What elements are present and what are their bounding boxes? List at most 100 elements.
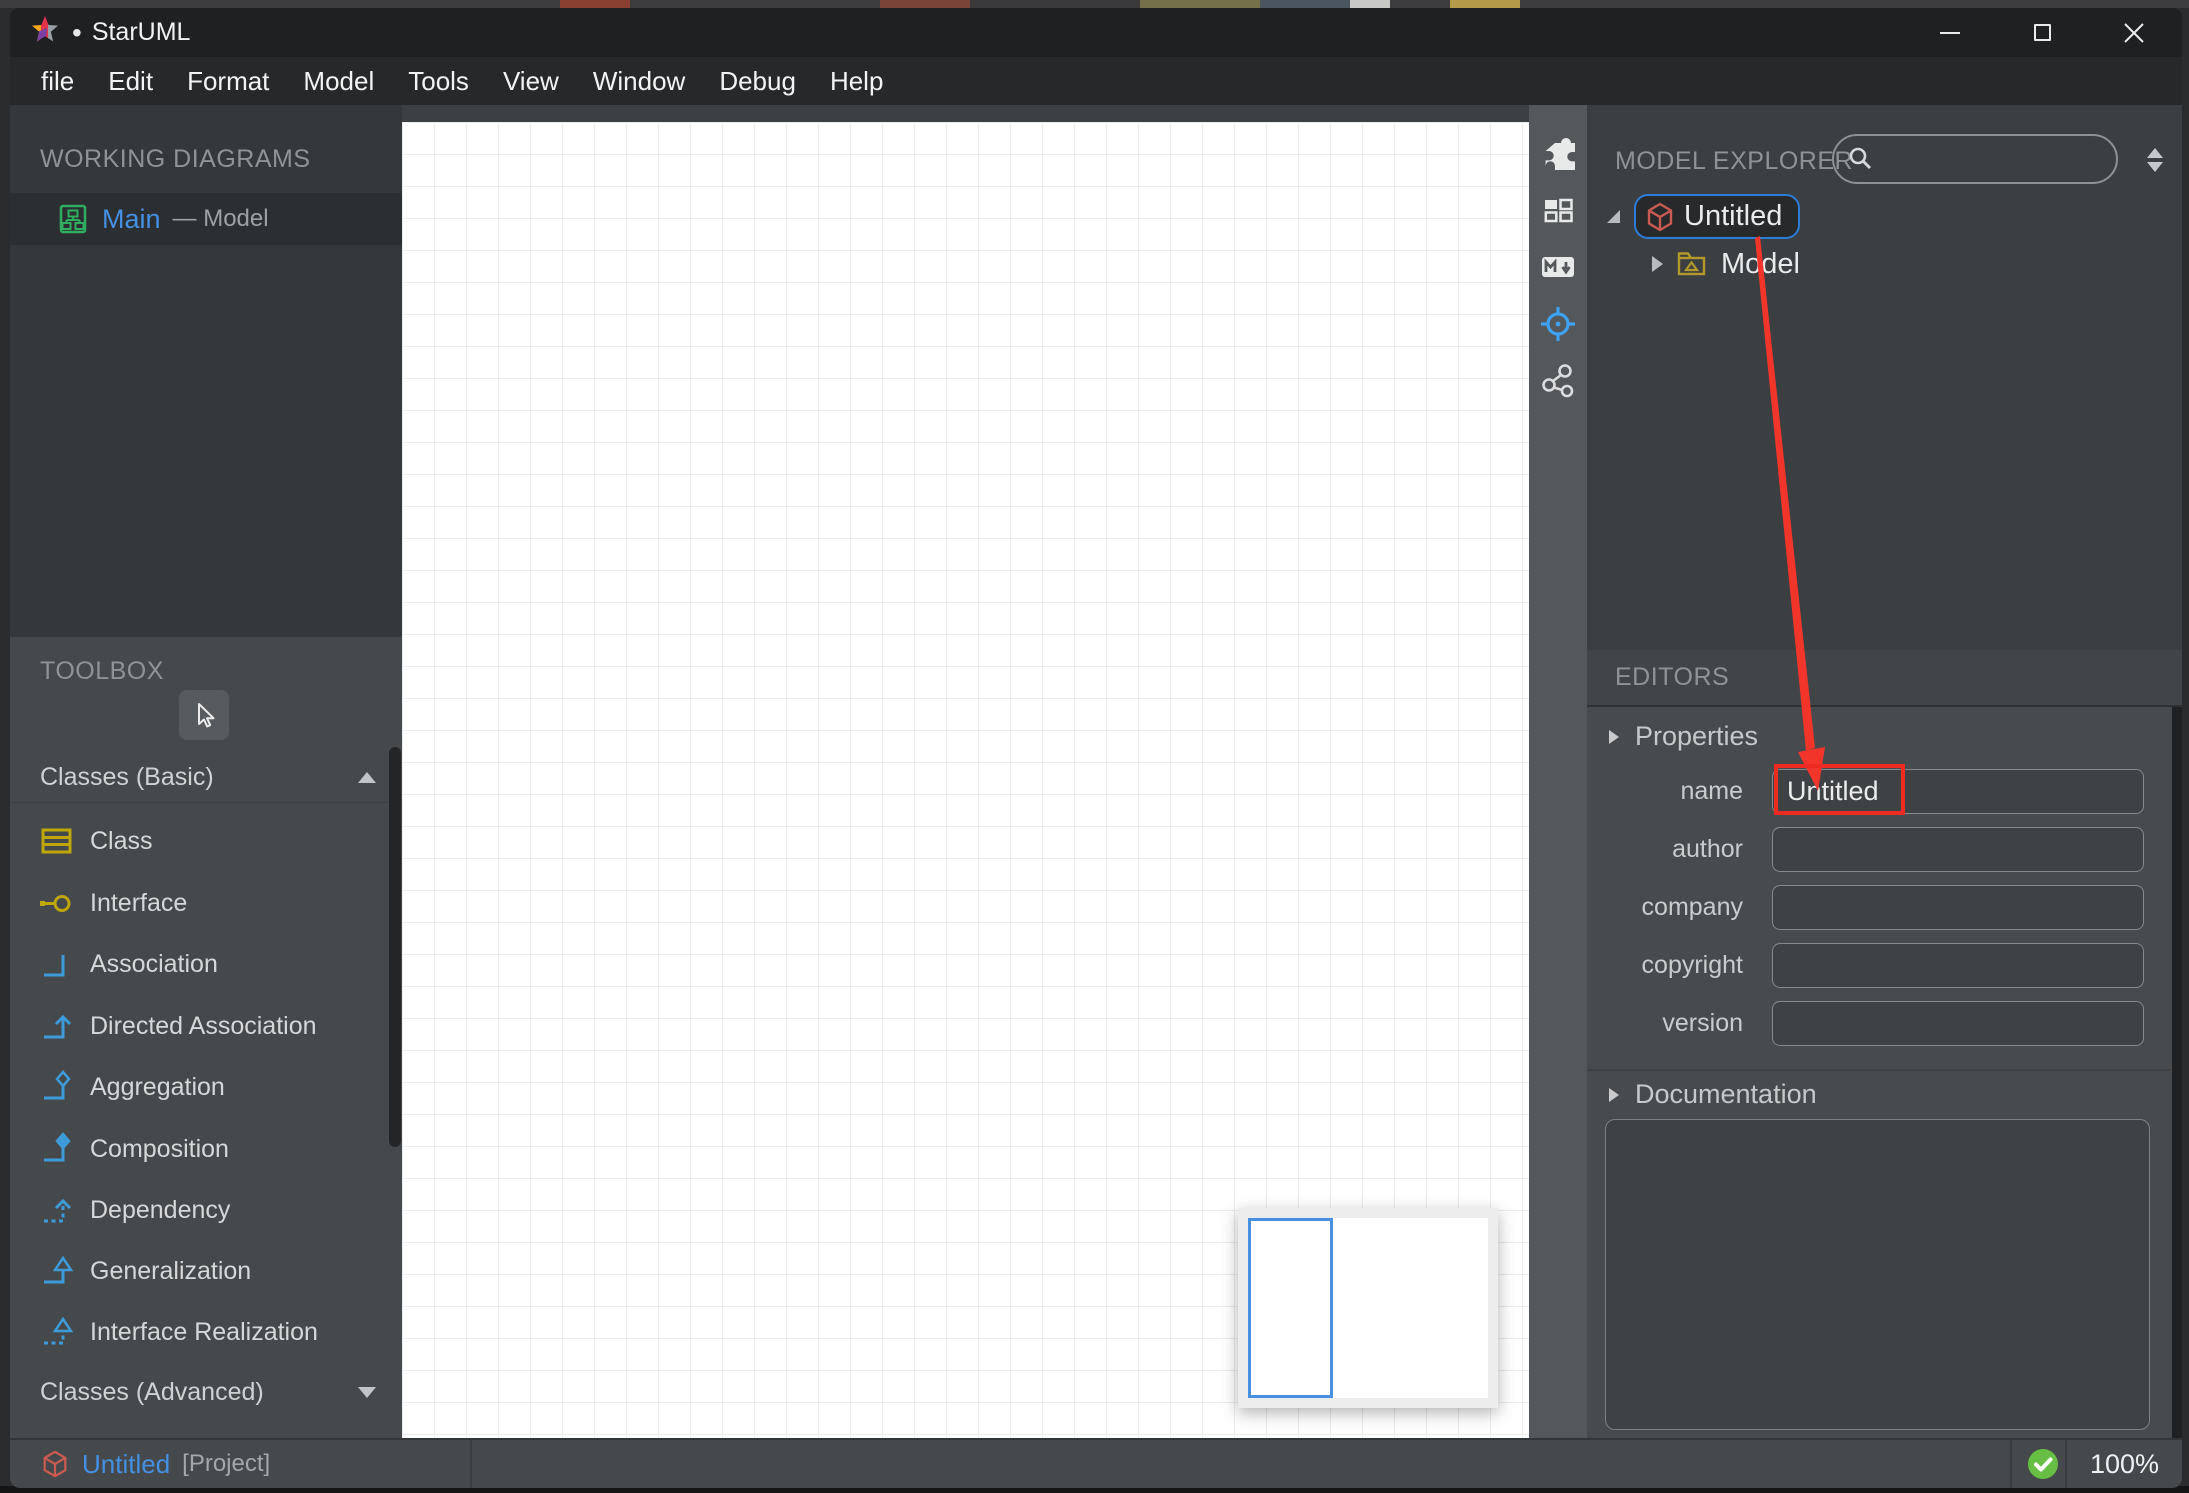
property-row-author: author xyxy=(1587,827,2182,872)
extensions-button[interactable] xyxy=(1538,133,1578,173)
company-field[interactable] xyxy=(1772,885,2144,930)
close-icon xyxy=(2124,22,2144,43)
model-folder-icon xyxy=(1677,252,1706,276)
close-button[interactable] xyxy=(2114,13,2154,53)
documentation-section-toggle[interactable]: Documentation xyxy=(1609,1079,1817,1110)
sidebar-scrollbar[interactable] xyxy=(389,747,401,1147)
menubar: file Edit Format Model Tools View Window… xyxy=(10,57,2182,105)
documentation-textarea[interactable] xyxy=(1605,1119,2150,1430)
search-input[interactable] xyxy=(1882,145,2092,173)
cursor-arrow-icon xyxy=(198,703,215,728)
interface-realization-icon xyxy=(44,1316,74,1345)
name-label: name xyxy=(1680,777,1743,805)
documentation-caret-icon xyxy=(1609,1087,1619,1102)
markdown-button[interactable] xyxy=(1538,247,1578,287)
statusbar-divider xyxy=(470,1440,472,1488)
menu-model[interactable]: Model xyxy=(286,57,391,105)
name-field[interactable] xyxy=(1772,769,2144,814)
editors-title: EDITORS xyxy=(1615,663,1730,691)
zoom-level-indicator[interactable]: 100% xyxy=(2067,1440,2182,1488)
property-row-company: company xyxy=(1587,885,2182,930)
tool-composition[interactable]: Composition xyxy=(10,1123,402,1175)
menu-format[interactable]: Format xyxy=(170,57,286,105)
check-circle-icon xyxy=(2028,1449,2058,1479)
properties-section-toggle[interactable]: Properties xyxy=(1609,721,1758,752)
toolbox-section-classes-advanced[interactable]: Classes (Advanced) xyxy=(10,1367,402,1417)
share-button[interactable] xyxy=(1538,361,1578,401)
aggregation-icon xyxy=(44,1070,71,1100)
tree-collapse-caret[interactable] xyxy=(1652,256,1663,272)
menu-window[interactable]: Window xyxy=(576,57,702,105)
interface-icon xyxy=(40,895,71,912)
directed-association-icon xyxy=(44,1014,72,1039)
menu-help[interactable]: Help xyxy=(813,57,900,105)
canvas-area xyxy=(402,105,1529,1438)
author-field[interactable] xyxy=(1772,827,2144,872)
modified-indicator: • xyxy=(72,16,82,48)
author-label: author xyxy=(1672,835,1743,863)
project-cube-icon-small xyxy=(43,1450,67,1478)
focus-target-button[interactable] xyxy=(1538,304,1578,344)
minimap[interactable] xyxy=(1238,1208,1498,1408)
tool-interface[interactable]: Interface xyxy=(10,877,402,929)
tool-aggregation[interactable]: Aggregation xyxy=(10,1061,402,1113)
tree-node-model-label[interactable]: Model xyxy=(1721,248,1800,281)
tree-expand-caret[interactable] xyxy=(1607,210,1620,223)
working-diagram-item-main[interactable]: Main — Model xyxy=(10,193,402,245)
puzzle-icon xyxy=(1545,138,1575,170)
menu-tools[interactable]: Tools xyxy=(391,57,486,105)
editors-scrollbar[interactable] xyxy=(2172,707,2182,1438)
tool-generalization[interactable]: Generalization xyxy=(10,1245,402,1297)
sort-asc-icon xyxy=(2147,148,2163,158)
markdown-icon xyxy=(1542,257,1574,277)
maximize-button[interactable] xyxy=(2022,13,2062,53)
project-status-item[interactable]: Untitled [Project] xyxy=(40,1440,270,1488)
statusbar: Untitled [Project] 100% xyxy=(10,1438,2182,1488)
properties-caret-icon xyxy=(1609,729,1619,744)
layout-button[interactable] xyxy=(1538,190,1578,230)
tool-interface-realization[interactable]: Interface Realization xyxy=(10,1306,402,1358)
tool-dependency[interactable]: Dependency xyxy=(10,1184,402,1236)
property-row-copyright: copyright xyxy=(1587,943,2182,988)
tree-node-untitled[interactable]: Untitled xyxy=(1634,194,1801,239)
toolbox-section-classes-basic[interactable]: Classes (Basic) xyxy=(10,753,402,803)
composition-icon xyxy=(44,1132,71,1162)
staruml-logo-icon xyxy=(28,13,62,52)
collapse-icon xyxy=(358,772,376,783)
copyright-label: copyright xyxy=(1641,951,1743,979)
menu-view[interactable]: View xyxy=(486,57,576,105)
tool-directed-association[interactable]: Directed Association xyxy=(10,1000,402,1052)
crosshair-icon xyxy=(1541,307,1575,341)
editors-header: EDITORS xyxy=(1587,650,2182,707)
tool-class[interactable]: Class xyxy=(10,815,402,867)
copyright-field[interactable] xyxy=(1772,943,2144,988)
company-label: company xyxy=(1641,893,1743,921)
model-explorer-search[interactable] xyxy=(1832,134,2118,184)
property-row-name: name xyxy=(1587,769,2182,814)
share-graph-icon xyxy=(1542,364,1574,398)
toolbox-panel: TOOLBOX Classes (Basic) Class Interface … xyxy=(10,637,402,1438)
right-panel: MODEL EXPLORER Untitled Model EDITORS Pr… xyxy=(1587,105,2182,1438)
version-field[interactable] xyxy=(1772,1001,2144,1046)
sort-button[interactable] xyxy=(2138,143,2172,177)
search-icon xyxy=(1849,147,1871,169)
menu-edit[interactable]: Edit xyxy=(91,57,170,105)
screen: • StarUML file Edit Format Model Tools V… xyxy=(0,0,2189,1493)
toolbox-title: TOOLBOX xyxy=(40,657,164,685)
property-row-version: version xyxy=(1587,1001,2182,1046)
side-toolbar xyxy=(1529,105,1587,1438)
select-tool-button[interactable] xyxy=(179,690,229,740)
minimap-viewport[interactable] xyxy=(1248,1218,1333,1398)
dashboard-grid-icon xyxy=(1544,198,1573,223)
menu-file[interactable]: file xyxy=(24,57,91,105)
window-title: StarUML xyxy=(91,18,191,46)
working-diagrams-title: WORKING DIAGRAMS xyxy=(40,145,311,173)
statusbar-divider xyxy=(2010,1440,2012,1488)
tool-association[interactable]: Association xyxy=(10,938,402,990)
validation-status-button[interactable] xyxy=(2027,1448,2059,1480)
association-icon xyxy=(44,955,65,977)
class-diagram-icon xyxy=(59,204,87,234)
dependency-icon xyxy=(44,1198,72,1223)
minimize-button[interactable] xyxy=(1930,13,1970,53)
menu-debug[interactable]: Debug xyxy=(702,57,813,105)
